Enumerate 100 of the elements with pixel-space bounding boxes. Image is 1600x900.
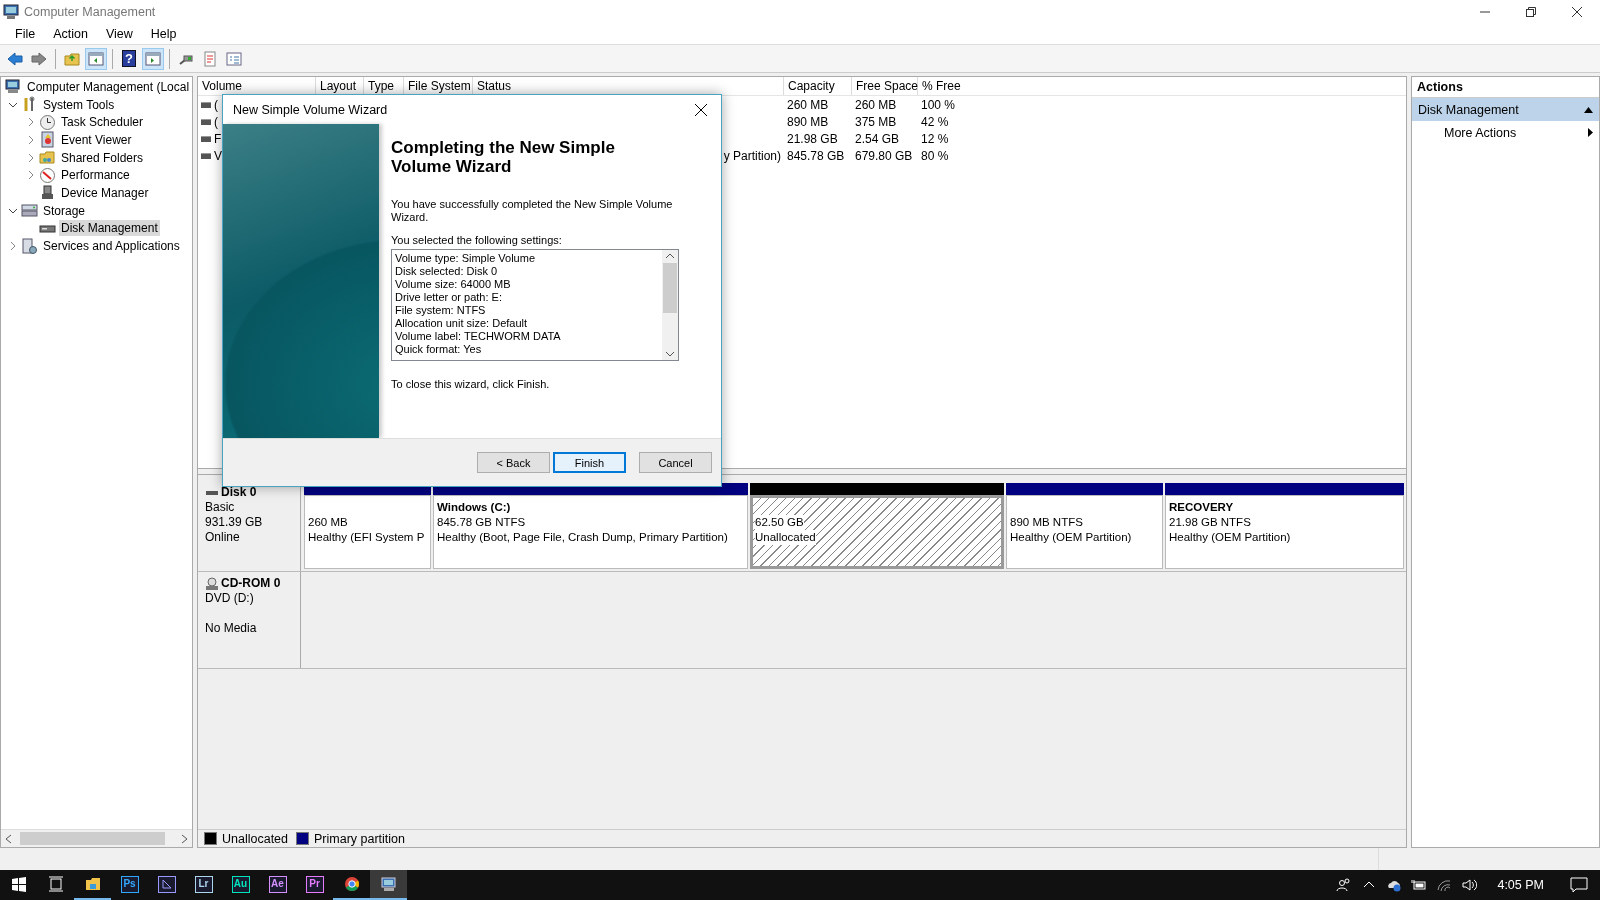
column-header[interactable]: Capacity	[784, 77, 852, 95]
table-cell: y Partition)	[723, 148, 781, 163]
taskbar-button[interactable]: Ae	[259, 870, 296, 900]
forward-arrow-icon	[31, 50, 47, 67]
panel-button[interactable]	[85, 47, 107, 70]
partition-detail: Unallocated	[755, 530, 816, 545]
panel-button[interactable]	[142, 47, 164, 70]
tree-item[interactable]: Performance	[59, 167, 132, 184]
tree-item[interactable]: Task Scheduler	[59, 114, 146, 131]
table-cell: 80 %	[921, 148, 949, 163]
taskbar-button[interactable]: Au	[222, 870, 259, 900]
tree-item[interactable]: Event Viewer	[59, 131, 134, 148]
collapsed-chevron-icon[interactable]	[26, 134, 36, 145]
tree-item[interactable]: Storage	[41, 202, 88, 219]
wizard-text: You have successfully completed the New Simple Volume Wizard.	[391, 198, 674, 224]
table-cell: (	[214, 97, 218, 112]
collapsed-chevron-icon[interactable]	[26, 170, 36, 181]
actions-section[interactable]: Disk Management	[1412, 98, 1599, 121]
menu-item[interactable]: File	[6, 27, 45, 41]
table-cell: 375 MB	[855, 114, 897, 129]
scroll-up-icon[interactable]	[665, 252, 675, 259]
wifi-icon	[1435, 877, 1452, 893]
table-cell: (	[214, 114, 218, 129]
partition-block[interactable]: 890 MB NTFS Healthy (OEM Partition)	[1006, 495, 1163, 569]
setting-item: Allocation unit size: Default	[395, 317, 529, 330]
partition-block[interactable]: Windows (C:) 845.78 GB NTFS Healthy (Boot, Page File, Crash Dump, Primary Partition)	[433, 495, 748, 569]
table-cell: F	[214, 131, 222, 146]
table-cell: 42 %	[921, 114, 949, 129]
collapsed-chevron-icon[interactable]	[26, 117, 36, 128]
table-cell: 260 MB	[855, 97, 897, 112]
computer-icon	[5, 78, 22, 96]
menu-item[interactable]: Action	[44, 27, 97, 41]
list-icon	[226, 50, 242, 67]
partition-detail: Healthy (Boot, Page File, Crash Dump, Primary Partition)	[437, 530, 729, 545]
partition-detail: 845.78 GB NTFS	[437, 515, 527, 530]
chrome-icon	[343, 876, 360, 892]
dialog-button[interactable]: < Back	[477, 452, 550, 473]
help-button[interactable]: ?	[122, 50, 136, 67]
setting-item: Drive letter or path: E:	[395, 291, 503, 304]
setting-item: Disk selected: Disk 0	[395, 265, 499, 278]
partition-block[interactable]: 62.50 GB Unallocated	[750, 495, 1004, 569]
menu-item[interactable]: Help	[141, 27, 186, 41]
disk-name: CD-ROM 0	[221, 576, 281, 591]
setting-item: File system: NTFS	[395, 304, 487, 317]
partition-detail: Healthy (EFI System P	[308, 530, 426, 545]
taskbar-button[interactable]	[370, 870, 407, 900]
back-arrow-icon	[7, 50, 23, 67]
tree-item[interactable]: Services and Applications	[41, 238, 182, 255]
wizard-heading: Completing the New Simple Volume Wizard	[391, 138, 616, 176]
setting-item: Volume type: Simple Volume	[395, 252, 537, 265]
partition-detail: Healthy (OEM Partition)	[1010, 530, 1133, 545]
battery-icon	[1410, 877, 1427, 893]
tree-item[interactable]: Device Manager	[59, 184, 151, 201]
computer-icon	[380, 876, 397, 892]
folder-icon	[64, 50, 80, 67]
app-badge-icon: Pr	[305, 875, 324, 893]
partition-detail: 21.98 GB NTFS	[1169, 515, 1252, 530]
taskbar-clock[interactable]: 4:05 PM	[1481, 870, 1558, 900]
dialog-button[interactable]: Cancel	[639, 452, 712, 473]
setting-item: Quick format: Yes	[395, 343, 483, 356]
disk-detail: DVD (D:)	[205, 591, 255, 606]
taskbar-button[interactable]: Lr	[185, 870, 222, 900]
legend-label: Unallocated	[222, 831, 288, 846]
shared-folder-icon	[39, 149, 56, 167]
storage-icon	[21, 202, 38, 220]
scroll-down-icon[interactable]	[665, 351, 675, 358]
disk-name: Disk 0	[221, 485, 257, 500]
partition-detail: 260 MB	[308, 515, 349, 530]
computer-icon	[3, 4, 19, 20]
table-cell: 2.54 GB	[855, 131, 900, 146]
partition-block[interactable]: RECOVERY 21.98 GB NTFS Healthy (OEM Partition)	[1165, 495, 1404, 569]
tree-item[interactable]: Shared Folders	[59, 149, 146, 166]
app-badge-icon: Ps	[120, 875, 139, 893]
table-cell: 21.98 GB	[787, 131, 838, 146]
tree-item[interactable]: System Tools	[41, 96, 117, 113]
dialog-button[interactable]: Finish	[553, 452, 626, 473]
collapsed-chevron-icon[interactable]	[26, 152, 36, 163]
folder-icon	[84, 876, 101, 892]
scrollbar[interactable]	[662, 250, 678, 360]
scrollbar[interactable]	[1, 829, 192, 847]
task-view-icon	[47, 876, 64, 892]
settings-label: You selected the following settings:	[391, 234, 563, 247]
disk-detail: Basic	[205, 500, 236, 515]
tree-item[interactable]: Computer Management (Local	[25, 78, 192, 95]
menu-item[interactable]: View	[96, 27, 142, 41]
app-badge-icon: Au	[231, 875, 250, 893]
clock-icon	[39, 113, 56, 131]
log-icon	[39, 131, 56, 149]
column-header[interactable]: Free Space	[852, 77, 918, 95]
partition-detail: Healthy (OEM Partition)	[1169, 530, 1292, 545]
dialog-title: New Simple Volume Wizard	[233, 102, 389, 117]
setting-item: Volume size: 64000 MB	[395, 278, 512, 291]
tree-item[interactable]: Disk Management	[59, 220, 160, 237]
device-icon	[39, 184, 56, 202]
taskbar-button[interactable]: Ps	[111, 870, 148, 900]
taskbar-button[interactable]: Pr	[296, 870, 333, 900]
action-item[interactable]: More Actions	[1412, 121, 1599, 144]
collapsed-chevron-icon[interactable]	[8, 241, 18, 252]
column-header[interactable]: % Free	[918, 77, 1406, 95]
partition-block[interactable]: 260 MB Healthy (EFI System P	[304, 495, 431, 569]
